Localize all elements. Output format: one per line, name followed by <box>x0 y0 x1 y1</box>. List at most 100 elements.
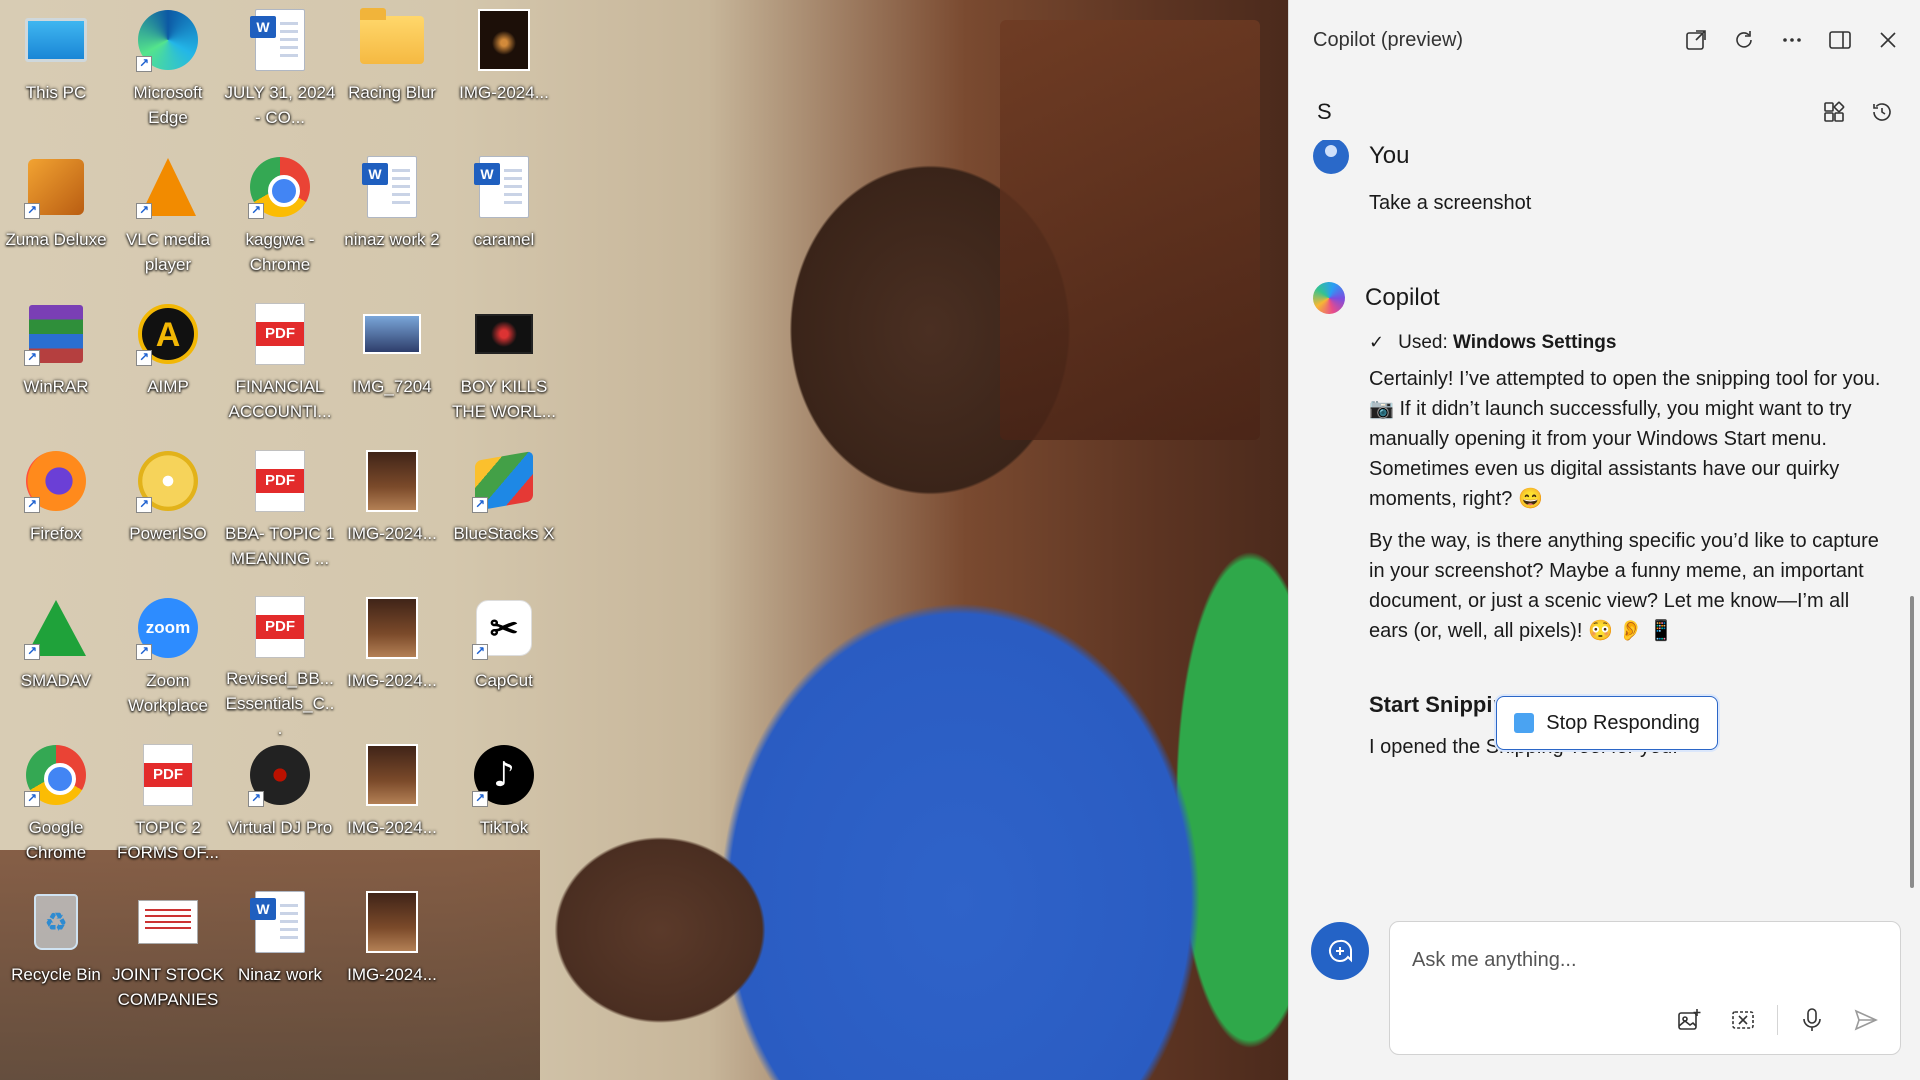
response-paragraph-1: Certainly! I’ve attempted to open the sn… <box>1369 368 1881 510</box>
desktop-icon-vlc[interactable]: ↗ VLC media player <box>112 147 224 287</box>
used-plugin-line: ✓ Used: Windows Settings <box>1369 328 1891 358</box>
user-message-header: You <box>1289 140 1920 176</box>
desktop-icon-boy-kills-video[interactable]: BOY KILLS THE WORL... <box>448 294 560 434</box>
poweriso-icon: ↗ <box>136 449 200 513</box>
desktop-icon-july-doc[interactable]: W JULY 31, 2024 - CO... <box>224 0 336 140</box>
open-external-button[interactable] <box>1672 16 1720 64</box>
desktop-icon-zuma-deluxe[interactable]: ↗ Zuma Deluxe <box>0 147 112 287</box>
desktop-icon-capcut[interactable]: ✂ ↗ CapCut <box>448 588 560 728</box>
more-options-button[interactable] <box>1768 16 1816 64</box>
recycle-bin-icon: ♻ <box>24 890 88 954</box>
refresh-button[interactable] <box>1720 16 1768 64</box>
monitor-icon <box>24 8 88 72</box>
user-avatar-icon <box>1313 140 1349 174</box>
desktop-icon-img-2024-d[interactable]: IMG-2024... <box>336 882 448 1022</box>
response-paragraph-2: By the way, is there anything specific y… <box>1369 530 1879 642</box>
dock-panel-button[interactable] <box>1816 16 1864 64</box>
tiktok-icon: ♪ ↗ <box>472 743 536 807</box>
add-image-button[interactable] <box>1665 998 1713 1042</box>
zuma-icon: ↗ <box>24 155 88 219</box>
copilot-panel: Copilot (preview) S You Take a screensho… <box>1288 0 1920 1080</box>
dock-side-icon <box>1829 31 1851 49</box>
desktop-icon-racing-blur[interactable]: Racing Blur <box>336 0 448 140</box>
add-image-icon <box>1678 1009 1701 1030</box>
pdf-icon: PDF <box>248 302 312 366</box>
microphone-icon <box>1803 1008 1821 1031</box>
history-button[interactable] <box>1858 88 1906 136</box>
stop-icon <box>1514 713 1535 733</box>
video-icon <box>472 302 536 366</box>
word-doc-icon: W <box>248 890 312 954</box>
wallpaper-door <box>1000 20 1260 440</box>
firefox-icon: ↗ <box>24 449 88 513</box>
desktop-icon-bluestacks[interactable]: ↗ BlueStacks X <box>448 441 560 581</box>
used-plugin-name: Windows Settings <box>1453 332 1617 353</box>
desktop-icon-img-2024-top[interactable]: IMG-2024... <box>448 0 560 140</box>
winrar-icon: ↗ <box>24 302 88 366</box>
checkmark-icon: ✓ <box>1369 332 1385 353</box>
screenshot-button[interactable] <box>1719 998 1767 1042</box>
send-icon <box>1854 1009 1878 1031</box>
document-thumbnail-icon <box>136 890 200 954</box>
desktop-icon-img-7204[interactable]: IMG_7204 <box>336 294 448 434</box>
copilot-message-header: Copilot <box>1289 277 1920 319</box>
desktop-icon-revised-pdf[interactable]: PDF Revised_BB... Essentials_C... <box>224 588 336 738</box>
chat-scrollbar[interactable] <box>1910 596 1914 888</box>
history-icon <box>1873 103 1891 121</box>
screenshot-icon <box>1732 1011 1754 1029</box>
desktop-icon-ninaz-work-2[interactable]: W ninaz work 2 <box>336 147 448 287</box>
desktop-icon-kaggwa-chrome[interactable]: ↗ kaggwa - Chrome <box>224 147 336 287</box>
close-icon <box>1880 32 1896 48</box>
copilot-logo-icon <box>1308 277 1350 319</box>
input-actions <box>1665 998 1890 1042</box>
refresh-icon <box>1736 31 1752 48</box>
folder-icon <box>360 8 424 72</box>
close-button[interactable] <box>1864 16 1912 64</box>
desktop-icon-ninaz-work[interactable]: W Ninaz work <box>224 882 336 1022</box>
desktop-icon-financial-pdf[interactable]: PDF FINANCIAL ACCOUNTI... <box>224 294 336 434</box>
photo-icon <box>360 596 424 660</box>
pdf-icon: PDF <box>136 743 200 807</box>
word-doc-icon: W <box>248 8 312 72</box>
bluestacks-icon: ↗ <box>472 449 536 513</box>
desktop-icon-winrar[interactable]: ↗ WinRAR <box>0 294 112 434</box>
smadav-icon: ↗ <box>24 596 88 660</box>
desktop-icon-topic-2-pdf[interactable]: PDF TOPIC 2 FORMS OF... <box>112 735 224 875</box>
desktop-icon-joint-stock[interactable]: JOINT STOCK COMPANIES <box>112 882 224 1022</box>
new-topic-button[interactable] <box>1311 922 1369 980</box>
copilot-title: Copilot (preview) <box>1313 28 1464 51</box>
user-account-initial[interactable]: S <box>1317 99 1810 125</box>
desktop-icon-caramel[interactable]: W caramel <box>448 147 560 287</box>
user-message: Take a screenshot <box>1369 192 1532 214</box>
stop-responding-button[interactable]: Stop Responding <box>1496 696 1718 750</box>
desktop-icon-microsoft-edge[interactable]: ↗ Microsoft Edge <box>112 0 224 140</box>
desktop-icon-zoom[interactable]: zoom ↗ Zoom Workplace <box>112 588 224 728</box>
chrome-icon: ↗ <box>24 743 88 807</box>
desktop-icon-bba-topic1-pdf[interactable]: PDF BBA- TOPIC 1 MEANING ... <box>224 441 336 581</box>
microphone-button[interactable] <box>1788 998 1836 1042</box>
desktop-icon-poweriso[interactable]: ↗ PowerISO <box>112 441 224 581</box>
desktop-icon-img-2024-c[interactable]: IMG-2024... <box>336 735 448 875</box>
aimp-icon: ↗ <box>136 302 200 366</box>
photo-icon <box>472 8 536 72</box>
desktop-icon-this-pc[interactable]: This PC <box>0 0 112 140</box>
desktop-icon-firefox[interactable]: ↗ Firefox <box>0 441 112 581</box>
desktop-icon-virtual-dj[interactable]: ↗ Virtual DJ Pro <box>224 735 336 875</box>
desktop-icon-smadav[interactable]: ↗ SMADAV <box>0 588 112 728</box>
copilot-subbar: S <box>1289 80 1920 144</box>
desktop-icon-aimp[interactable]: ↗ AIMP <box>112 294 224 434</box>
plugins-button[interactable] <box>1810 88 1858 136</box>
photo-icon <box>360 449 424 513</box>
desktop-icon-img-2024-b[interactable]: IMG-2024... <box>336 588 448 728</box>
desktop-icon-tiktok[interactable]: ♪ ↗ TikTok <box>448 735 560 875</box>
desktop-icon-google-chrome[interactable]: ↗ Google Chrome <box>0 735 112 875</box>
desktop-icon-img-2024-a[interactable]: IMG-2024... <box>336 441 448 581</box>
input-divider <box>1777 1005 1778 1035</box>
user-name: You <box>1369 142 1410 169</box>
plugins-icon <box>1824 101 1845 122</box>
send-button[interactable] <box>1842 998 1890 1042</box>
chat-input[interactable] <box>1412 942 1872 978</box>
desktop-icon-recycle-bin[interactable]: ♻ Recycle Bin <box>0 882 112 1022</box>
word-doc-icon: W <box>472 155 536 219</box>
more-icon <box>1783 38 1801 42</box>
